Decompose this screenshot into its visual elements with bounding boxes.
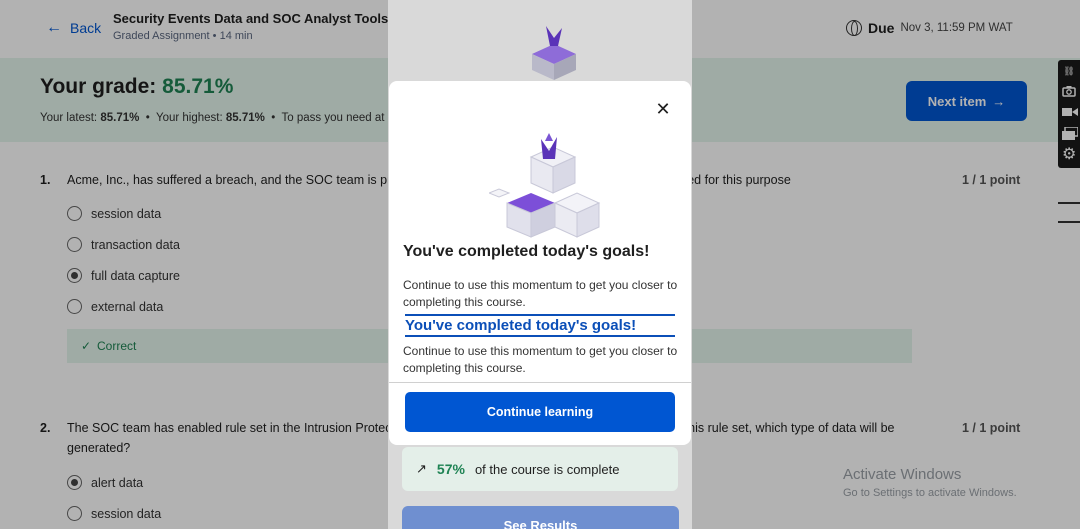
cubes-illustration xyxy=(532,26,576,80)
cubes-illustration xyxy=(489,133,601,238)
continue-learning-button[interactable]: Continue learning xyxy=(405,392,675,432)
dialog-body: Continue to use this momentum to get you… xyxy=(403,278,678,309)
dialog-body-repeat: Continue to use this momentum to get you… xyxy=(403,344,678,375)
see-results-button[interactable]: See Results xyxy=(402,506,679,529)
see-results-label: See Results xyxy=(503,518,578,529)
course-progress-card: ↗ 57% of the course is complete xyxy=(402,447,678,491)
divider xyxy=(389,382,691,383)
dialog-heading-repeat: You've completed today's goals! xyxy=(405,314,675,337)
progress-percent: 57% xyxy=(436,461,465,477)
close-icon[interactable]: ✕ xyxy=(653,99,673,119)
continue-learning-label: Continue learning xyxy=(486,405,594,419)
goal-complete-dialog: ✕ You've completed today's goals! Contin… xyxy=(389,81,691,445)
dialog-heading: You've completed today's goals! xyxy=(403,243,650,260)
trend-up-icon: ↗ xyxy=(416,461,427,476)
progress-text: of the course is complete xyxy=(474,461,620,477)
